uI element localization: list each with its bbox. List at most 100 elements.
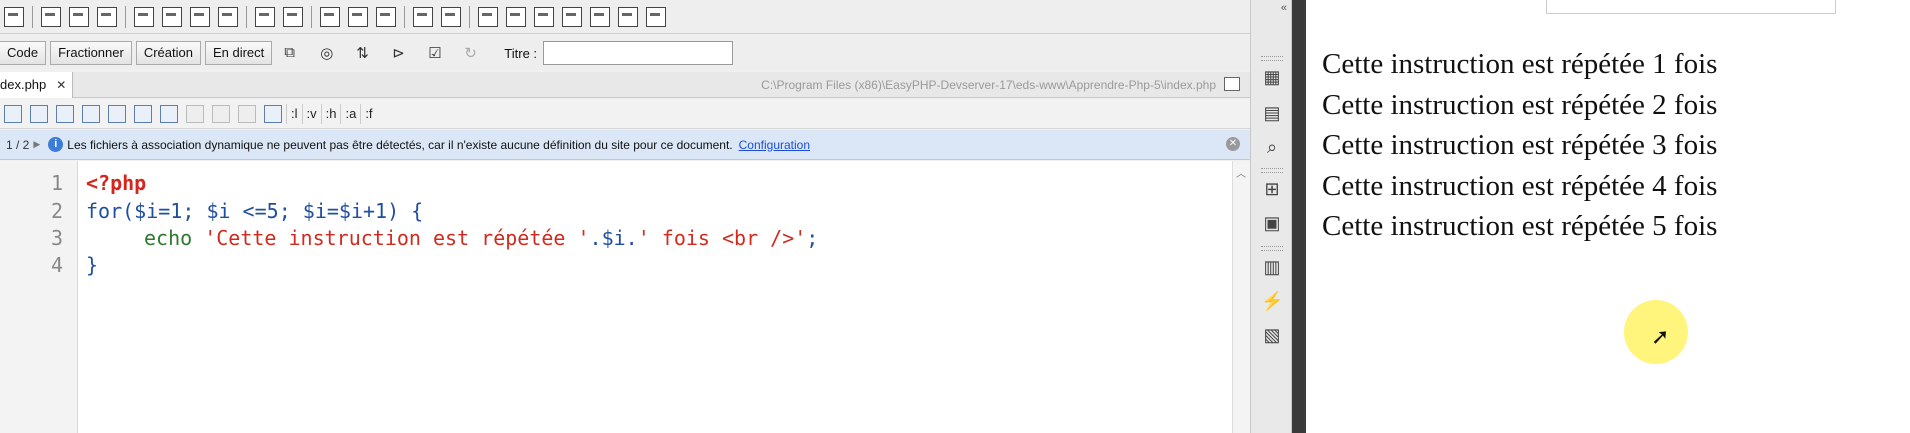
checkbox-icon[interactable] — [134, 6, 154, 27]
css-focus-tool[interactable]: :f — [360, 103, 376, 124]
spry-validation-icon[interactable] — [478, 6, 498, 27]
design-view-button[interactable]: Création — [135, 41, 201, 65]
document-toolbar: Code Fractionner Création En direct ⧉ ◎ … — [0, 36, 1250, 70]
multiscreen-icon[interactable]: ⧉ — [284, 44, 304, 62]
code-token: $i=$i+1 — [302, 199, 388, 223]
code-editor[interactable]: 1 2 3 4 <?php for($i=1; $i <=5; $i=$i+1)… — [0, 161, 1232, 433]
jump-menu-icon[interactable] — [283, 6, 303, 27]
css-hover-tool[interactable]: :h — [320, 103, 341, 124]
visual-aids-icon[interactable]: ⊳ — [392, 44, 412, 62]
list-icon[interactable] — [162, 6, 182, 27]
inspect-icon[interactable]: ⌕ — [1261, 136, 1283, 158]
panel-strip: « ▦ ▤ ⌕ ⊞ ▣ ▥ ⚡ ▧ — [1250, 0, 1292, 433]
toolbar-divider — [404, 5, 405, 28]
line-number-gutter: 1 2 3 4 — [0, 161, 78, 433]
code-token: ) { — [387, 199, 424, 223]
assets-icon[interactable]: ▦ — [1261, 66, 1283, 88]
format-source-icon[interactable] — [264, 104, 282, 123]
file-management-icon[interactable]: ⇅ — [356, 44, 376, 62]
for-keyword: for( — [86, 199, 135, 223]
div-icon[interactable] — [4, 6, 24, 27]
editor-scrollbar[interactable]: ︿ — [1232, 161, 1250, 433]
files-icon[interactable]: ▣ — [1261, 212, 1283, 234]
line-numbers-icon[interactable] — [134, 104, 152, 123]
split-view-button[interactable]: Fractionner — [50, 41, 132, 65]
css-link-tool[interactable]: :l — [286, 103, 302, 124]
library-icon[interactable]: ▥ — [1261, 256, 1283, 278]
print-icon[interactable] — [30, 104, 48, 123]
document-tab[interactable]: dex.php ✕ — [0, 72, 74, 98]
info-message: Les fichiers à association dynamique ne … — [67, 137, 733, 152]
configuration-link[interactable]: Configuration — [739, 138, 810, 152]
highlight-code-icon[interactable] — [160, 104, 178, 123]
code-view-button[interactable]: Code — [0, 41, 47, 65]
text-field-icon[interactable] — [320, 6, 340, 27]
syntax-errors-icon[interactable] — [186, 104, 204, 123]
image-icon[interactable] — [69, 6, 89, 27]
button-icon[interactable] — [376, 6, 396, 27]
title-input[interactable] — [543, 41, 734, 65]
snippets-icon[interactable]: ▧ — [1261, 324, 1283, 346]
line-number: 2 — [50, 199, 63, 223]
sitemap-icon[interactable]: ⊞ — [1261, 178, 1283, 200]
code-token: ; — [806, 226, 819, 250]
radio-icon[interactable] — [190, 6, 210, 27]
document-icon[interactable] — [97, 6, 117, 27]
output-line: Cette instruction est répétée 5 fois — [1322, 210, 1718, 242]
open-documents-icon[interactable] — [4, 104, 22, 123]
spry-password-icon[interactable] — [590, 6, 610, 27]
menu-icon[interactable] — [218, 6, 238, 27]
file-path: C:\Program Files (x86)\EasyPHP-Devserver… — [761, 78, 1216, 92]
panel-grip[interactable] — [1261, 56, 1283, 61]
editor-window: Code Fractionner Création En direct ⧉ ◎ … — [0, 0, 1250, 433]
echo-keyword: echo — [144, 226, 205, 250]
behaviors-icon[interactable]: ⚡ — [1261, 290, 1283, 312]
collapse-panels-icon[interactable]: « — [1281, 2, 1287, 14]
line-number: 3 — [50, 226, 63, 250]
hidden-chars-icon[interactable] — [238, 104, 256, 123]
preview-browser-icon[interactable]: ◎ — [320, 44, 340, 62]
fieldset-icon[interactable] — [441, 6, 461, 27]
restore-window-icon[interactable] — [1224, 77, 1240, 91]
closing-brace: } — [86, 253, 99, 277]
insert-icon[interactable]: ▤ — [1261, 102, 1283, 124]
code-toolbar: :l :v :h :a :f — [0, 99, 1250, 129]
css-visited-tool[interactable]: :v — [301, 103, 321, 124]
spry-checkbox-icon[interactable] — [534, 6, 554, 27]
balance-braces-icon[interactable] — [108, 104, 126, 123]
code-line-3: echo 'Cette instruction est répétée '.$i… — [144, 226, 818, 250]
select-parent-icon[interactable] — [82, 104, 100, 123]
address-bar[interactable] — [1546, 0, 1836, 14]
spry-textarea-icon[interactable] — [506, 6, 526, 27]
chevron-up-icon[interactable]: ︿ — [1236, 165, 1246, 180]
document-tab-label: dex.php — [0, 77, 47, 92]
toolbar-divider — [469, 5, 470, 28]
mouse-pointer-icon: ➚ — [1651, 324, 1670, 349]
spry-radio-icon[interactable] — [646, 6, 666, 27]
panel-grip[interactable] — [1261, 246, 1283, 251]
code-token: ; — [182, 199, 207, 223]
arrow-right-icon: ▶ — [33, 139, 41, 149]
refresh-icon[interactable]: ↻ — [464, 44, 484, 62]
code-token: ; — [278, 199, 303, 223]
toolbar-divider — [125, 5, 126, 28]
textarea-icon[interactable] — [348, 6, 368, 27]
layer-icon[interactable] — [41, 6, 61, 27]
spry-confirm-icon[interactable] — [618, 6, 638, 27]
page-indicator[interactable]: 1 / 2 — [6, 138, 29, 152]
validate-icon[interactable]: ☑ — [428, 44, 448, 62]
word-wrap-icon[interactable] — [212, 104, 230, 123]
label-icon[interactable] — [413, 6, 433, 27]
spry-select-icon[interactable] — [562, 6, 582, 27]
live-view-button[interactable]: En direct — [204, 41, 273, 65]
panel-grip[interactable] — [1261, 168, 1283, 173]
form-icon[interactable] — [255, 6, 275, 27]
code-token: $i=1 — [134, 199, 183, 223]
css-active-tool[interactable]: :a — [340, 103, 360, 124]
document-tab-bar: dex.php ✕ C:\Program Files (x86)\EasyPHP… — [0, 72, 1250, 98]
line-number: 4 — [50, 253, 63, 277]
code-line-1: <?php — [86, 171, 146, 195]
close-icon[interactable]: ✕ — [56, 72, 66, 98]
collapse-tag-icon[interactable] — [56, 104, 74, 123]
close-icon[interactable]: ✕ — [1226, 137, 1240, 151]
